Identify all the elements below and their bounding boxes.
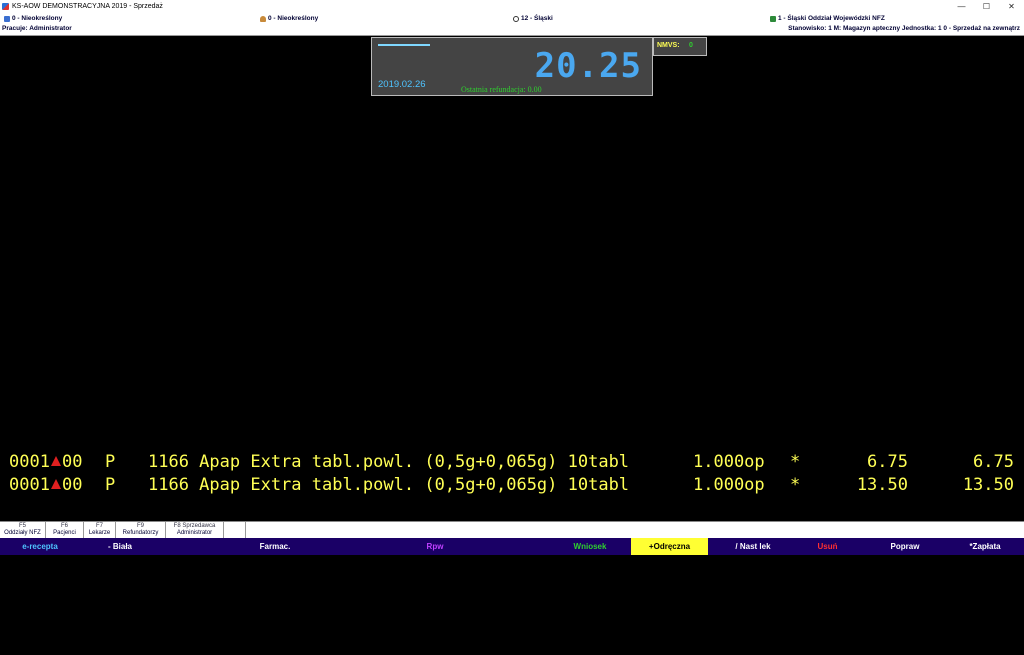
mode-popraw[interactable]: Popraw — [870, 538, 940, 555]
nfz-info[interactable]: 1 - Śląski Oddział Wojewódzki NFZ — [770, 15, 885, 22]
fkey-key: F9 — [136, 523, 144, 529]
fkey-label: Oddziały NFZ — [4, 530, 41, 536]
region-label: 12 - Śląski — [521, 15, 553, 22]
nmvs-value: 0 — [689, 42, 693, 49]
line-code-b: 00 — [61, 452, 83, 472]
line-item: 1166 Apap Extra tabl.powl. (0,5g+0,065g)… — [148, 475, 630, 495]
mode-nast-lek[interactable]: / Nast lek — [718, 538, 788, 555]
fkey-label: Lekarze — [88, 530, 111, 536]
mode-biala[interactable]: - Biała — [80, 538, 160, 555]
line-qty: 1.000op — [693, 475, 765, 495]
receipt-line[interactable]: 0001 00 P 1166 Apap Extra tabl.powl. (0,5… — [0, 452, 1024, 475]
sum-display: 20.25 2019.02.26 Ostatnia refundacja: 0.… — [371, 37, 653, 96]
nmvs-panel: NMVS: 0 — [653, 37, 707, 56]
fkey-label: Administrator — [176, 530, 213, 536]
warning-icon — [50, 456, 61, 466]
fkey-nfz-branches[interactable]: F5 Oddziały NFZ — [0, 522, 46, 539]
region-info[interactable]: 12 - Śląski — [513, 15, 553, 22]
nfz-label: 1 - Śląski Oddział Wojewódzki NFZ — [778, 15, 885, 22]
warning-icon — [50, 479, 61, 489]
receipt-line[interactable]: 0001 00 P 1166 Apap Extra tabl.powl. (0,5… — [0, 475, 1024, 498]
doctor-label: 0 - Nieokreślony — [268, 15, 319, 22]
line-total: 13.50 — [962, 475, 1014, 495]
fkey-doctors[interactable]: F7 Lekarze — [84, 522, 116, 539]
fkey-key: F6 — [60, 523, 68, 529]
fkey-seller[interactable]: F8 Sprzedawca Administrator — [166, 522, 224, 539]
region-icon — [513, 15, 519, 22]
line-code-a: 0001 — [9, 475, 50, 495]
line-code: 0001 00 — [9, 452, 82, 472]
line-type: P — [105, 475, 116, 495]
mode-zaplata[interactable]: *Zapłata — [950, 538, 1020, 555]
total-amount: 20.25 — [534, 46, 642, 86]
app-icon — [2, 3, 9, 10]
fkey-key: F5 — [18, 523, 26, 529]
function-key-bar: F5 Oddziały NFZ F6 Pacjenci F7 Lekarze F… — [0, 521, 1024, 539]
line-star: * — [790, 475, 801, 495]
fkey-label: Pacjenci — [53, 530, 76, 536]
mode-wniosek[interactable]: Wniosek — [555, 538, 625, 555]
line-total: 6.75 — [973, 452, 1014, 472]
patient-icon — [4, 15, 10, 22]
fkey-patients[interactable]: F6 Pacjenci — [46, 522, 84, 539]
line-code-a: 0001 — [9, 452, 50, 472]
doctor-info[interactable]: 0 - Nieokreślony — [260, 15, 318, 22]
mode-rpw[interactable]: Rpw — [400, 538, 470, 555]
station-label: Stanowisko: 1 M: Magazyn apteczny Jednos… — [788, 25, 1020, 32]
line-type: P — [105, 452, 116, 472]
fkey-label: Refundatorzy — [122, 530, 159, 536]
info-bar: 0 - Nieokreślony 0 - Nieokreślony 12 - Ś… — [0, 13, 1024, 36]
doctor-icon — [260, 15, 266, 22]
line-price: 6.75 — [867, 452, 908, 472]
title-bar: KS-AOW DEMONSTRACYJNA 2019 - Sprzedaż — … — [0, 0, 1024, 13]
line-item: 1166 Apap Extra tabl.powl. (0,5g+0,065g)… — [148, 452, 630, 472]
window-title: KS-AOW DEMONSTRACYJNA 2019 - Sprzedaż — [12, 3, 163, 10]
mode-odreczna[interactable]: +Odręczna — [631, 538, 708, 555]
line-price: 13.50 — [856, 475, 908, 495]
fkey-key: F8 Sprzedawca — [173, 523, 216, 529]
nmvs-label: NMVS: — [657, 42, 680, 49]
display-indicator — [378, 44, 430, 46]
maximize-button[interactable]: ☐ — [974, 0, 999, 13]
line-code-b: 00 — [61, 475, 83, 495]
mode-e-recepta[interactable]: e-recepta — [0, 538, 80, 555]
mode-farmac[interactable]: Farmac. — [230, 538, 320, 555]
operator-label: Pracuje: Administrator — [2, 25, 72, 32]
patient-info[interactable]: 0 - Nieokreślony — [4, 15, 62, 22]
mode-bar: e-recepta - Biała Farmac. Rpw Wniosek +O… — [0, 538, 1024, 555]
minimize-button[interactable]: — — [949, 0, 974, 13]
patient-label: 0 - Nieokreślony — [12, 15, 63, 22]
line-qty: 1.000op — [693, 452, 765, 472]
sale-date: 2019.02.26 — [378, 79, 426, 90]
nfz-icon — [770, 15, 776, 22]
line-code: 0001 00 — [9, 475, 82, 495]
close-button[interactable]: ✕ — [999, 0, 1024, 13]
receipt-lines: 0001 00 P 1166 Apap Extra tabl.powl. (0,5… — [0, 452, 1024, 498]
fkey-empty — [224, 522, 246, 539]
window-controls: — ☐ ✕ — [949, 0, 1024, 13]
fkey-refunders[interactable]: F9 Refundatorzy — [116, 522, 166, 539]
mode-usun[interactable]: Usuń — [800, 538, 855, 555]
last-refund: Ostatnia refundacja: 0.00 — [461, 85, 542, 94]
fkey-key: F7 — [95, 523, 103, 529]
line-star: * — [790, 452, 801, 472]
